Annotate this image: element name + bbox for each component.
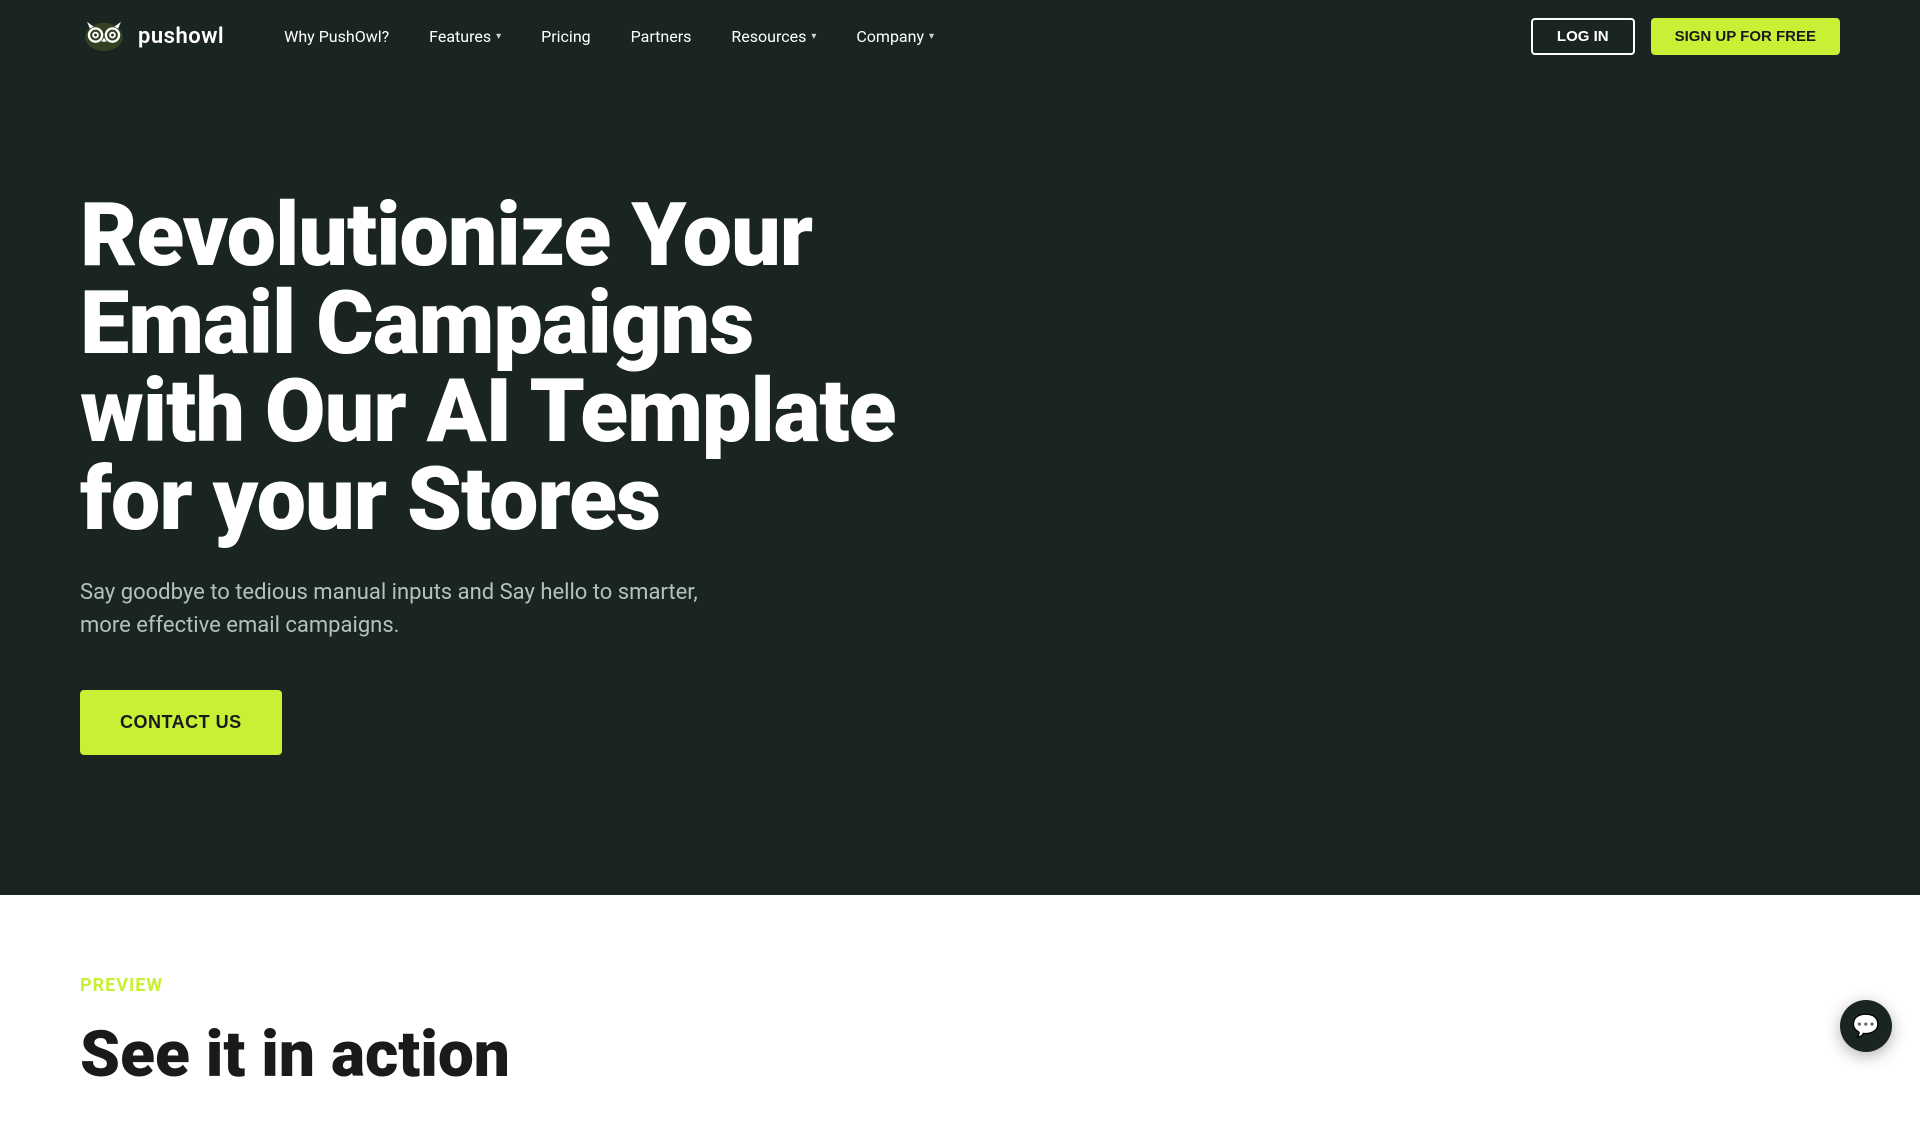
- nav-item-resources[interactable]: Resources ▾: [731, 27, 816, 46]
- nav-link-resources[interactable]: Resources ▾: [731, 27, 816, 46]
- logo-text: pushowl: [138, 24, 224, 49]
- preview-label: PREVIEW: [80, 975, 1840, 996]
- chat-icon: 💬: [1852, 1014, 1879, 1039]
- hero-section: Revolutionize Your Email Campaigns with …: [0, 72, 1920, 895]
- nav-links: Why PushOwl? Features ▾ Pricing Partners: [284, 27, 934, 46]
- logo[interactable]: pushowl: [80, 20, 224, 52]
- hero-content: Revolutionize Your Email Campaigns with …: [80, 192, 900, 755]
- nav-item-why[interactable]: Why PushOwl?: [284, 27, 389, 46]
- nav-link-company[interactable]: Company ▾: [856, 27, 934, 46]
- chat-widget[interactable]: 💬: [1840, 1000, 1892, 1052]
- nav-link-partners[interactable]: Partners: [631, 27, 692, 46]
- navbar: pushowl Why PushOwl? Features ▾ Pricing: [0, 0, 1920, 72]
- chevron-down-icon: ▾: [929, 31, 934, 42]
- nav-item-features[interactable]: Features ▾: [429, 27, 501, 46]
- logo-icon: [80, 20, 128, 52]
- navbar-left: pushowl Why PushOwl? Features ▾ Pricing: [80, 20, 934, 52]
- nav-item-partners[interactable]: Partners: [631, 27, 692, 46]
- chevron-down-icon: ▾: [496, 31, 501, 42]
- navbar-right: LOG IN SIGN UP FOR FREE: [1531, 18, 1840, 55]
- signup-button[interactable]: SIGN UP FOR FREE: [1651, 18, 1840, 55]
- nav-link-why[interactable]: Why PushOwl?: [284, 27, 389, 46]
- login-button[interactable]: LOG IN: [1531, 18, 1635, 55]
- chevron-down-icon: ▾: [811, 31, 816, 42]
- nav-item-pricing[interactable]: Pricing: [541, 27, 591, 46]
- nav-item-company[interactable]: Company ▾: [856, 27, 934, 46]
- hero-subtitle: Say goodbye to tedious manual inputs and…: [80, 576, 700, 642]
- hero-title: Revolutionize Your Email Campaigns with …: [80, 192, 900, 544]
- nav-link-features[interactable]: Features ▾: [429, 27, 501, 46]
- preview-section: PREVIEW See it in action: [0, 895, 1920, 1130]
- contact-us-button[interactable]: CONTACT US: [80, 690, 282, 755]
- nav-link-pricing[interactable]: Pricing: [541, 27, 591, 46]
